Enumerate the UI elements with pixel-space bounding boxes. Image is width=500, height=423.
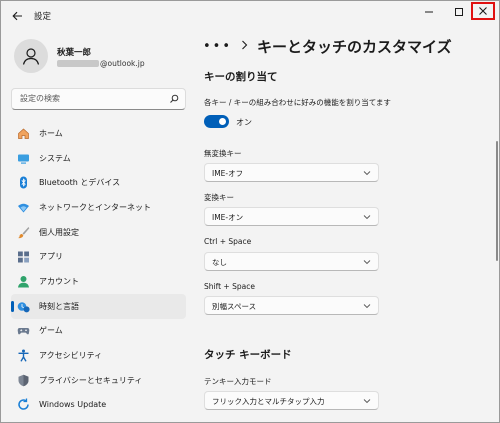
- sidebar-item-network[interactable]: ネットワークとインターネット: [11, 195, 186, 220]
- maximize-button[interactable]: [444, 1, 474, 23]
- toggle-knob: [219, 118, 226, 125]
- user-name: 秋葉一郎: [57, 48, 92, 58]
- avatar[interactable]: [14, 39, 48, 73]
- window-title: 設定: [34, 12, 52, 22]
- ctrl-space-label: Ctrl + Space: [204, 237, 252, 246]
- email-domain: @outlook.jp: [100, 59, 145, 68]
- sidebar-item-bluetooth[interactable]: Bluetooth とデバイス: [11, 170, 186, 195]
- email-redacted: [57, 60, 99, 67]
- shift-space-select[interactable]: 別幅スペース: [204, 296, 379, 315]
- select-value: なし: [212, 258, 227, 267]
- sidebar-item-accounts[interactable]: アカウント: [11, 269, 186, 294]
- select-value: IME-オフ: [212, 169, 244, 178]
- update-icon: [16, 398, 30, 412]
- maximize-icon: [455, 8, 463, 16]
- search-input[interactable]: [20, 94, 170, 103]
- search-box[interactable]: [11, 88, 186, 110]
- breadcrumb-overflow-button[interactable]: •••: [203, 39, 232, 54]
- ctrl-space-select[interactable]: なし: [204, 252, 379, 271]
- close-icon: [479, 7, 487, 15]
- minimize-button[interactable]: [414, 1, 444, 23]
- wifi-icon: [16, 200, 30, 214]
- home-icon: [16, 126, 30, 140]
- bluetooth-icon: [16, 176, 30, 190]
- minimize-icon: [425, 11, 433, 13]
- chevron-down-icon: [363, 171, 371, 176]
- settings-window: 設定 秋葉一郎 @outlook.jp 設定の検索 ホーム システム Bluet…: [0, 0, 500, 423]
- sidebar-item-personalization[interactable]: 個人用設定: [11, 220, 186, 245]
- system-icon: [16, 151, 30, 165]
- title-bar: 設定: [1, 1, 499, 31]
- time-language-icon: [16, 299, 30, 313]
- select-value: 別幅スペース: [212, 302, 257, 311]
- henkan-key-label: 変換キー: [204, 193, 234, 202]
- muhenkan-key-label: 無変換キー: [204, 149, 242, 158]
- close-button[interactable]: [471, 2, 495, 20]
- select-value: IME-オン: [212, 213, 244, 222]
- back-arrow-icon: [11, 11, 22, 21]
- chevron-down-icon: [363, 215, 371, 220]
- gamepad-icon: [16, 324, 30, 338]
- sidebar-item-system[interactable]: システム: [11, 146, 186, 171]
- search-icon[interactable]: [169, 94, 179, 104]
- numpad-mode-label: テンキー入力モード: [204, 377, 272, 386]
- main-content: ••• キーとタッチのカスタマイズ キーの割り当て 各キー / キーの組み合わせ…: [198, 31, 498, 422]
- select-value: フリック入力とマルチタップ入力: [212, 397, 325, 406]
- shield-icon: [16, 373, 30, 387]
- apps-icon: [16, 250, 30, 264]
- user-email: @outlook.jp: [57, 59, 145, 68]
- touch-keyboard-heading: タッチ キーボード: [204, 349, 292, 361]
- sidebar-item-windows-update[interactable]: Windows Update: [11, 393, 186, 418]
- chevron-down-icon: [363, 399, 371, 404]
- key-assign-description: 各キー / キーの組み合わせに好みの機能を割り当てます: [204, 98, 391, 107]
- account-icon: [16, 274, 30, 288]
- accessibility-icon: [16, 349, 30, 363]
- brush-icon: [16, 225, 30, 239]
- sidebar-item-gaming[interactable]: ゲーム: [11, 319, 186, 344]
- sidebar-item-accessibility[interactable]: アクセシビリティ: [11, 343, 186, 368]
- henkan-key-select[interactable]: IME-オン: [204, 207, 379, 226]
- key-assign-toggle[interactable]: [204, 115, 229, 128]
- chevron-down-icon: [363, 304, 371, 309]
- content-scrollbar[interactable]: [496, 141, 498, 261]
- page-title: キーとタッチのカスタマイズ: [257, 38, 452, 56]
- sidebar-item-privacy-security[interactable]: プライバシーとセキュリティ: [11, 368, 186, 393]
- back-button[interactable]: [7, 6, 27, 26]
- numpad-mode-select[interactable]: フリック入力とマルチタップ入力: [204, 391, 379, 410]
- breadcrumb: ••• キーとタッチのカスタマイズ: [203, 36, 452, 57]
- chevron-down-icon: [363, 260, 371, 265]
- user-icon: [22, 48, 40, 65]
- key-assign-heading: キーの割り当て: [204, 71, 278, 83]
- toggle-state-label: オン: [236, 118, 252, 127]
- sidebar-item-time-language[interactable]: 時刻と言語: [11, 293, 186, 319]
- muhenkan-key-select[interactable]: IME-オフ: [204, 163, 379, 182]
- sidebar-item-apps[interactable]: アプリ: [11, 244, 186, 269]
- sidebar-item-home[interactable]: ホーム: [11, 121, 186, 146]
- sidebar-nav: ホーム システム Bluetooth とデバイス ネットワークとインターネット …: [11, 121, 186, 417]
- chevron-right-icon: [241, 40, 248, 53]
- shift-space-label: Shift + Space: [204, 282, 255, 291]
